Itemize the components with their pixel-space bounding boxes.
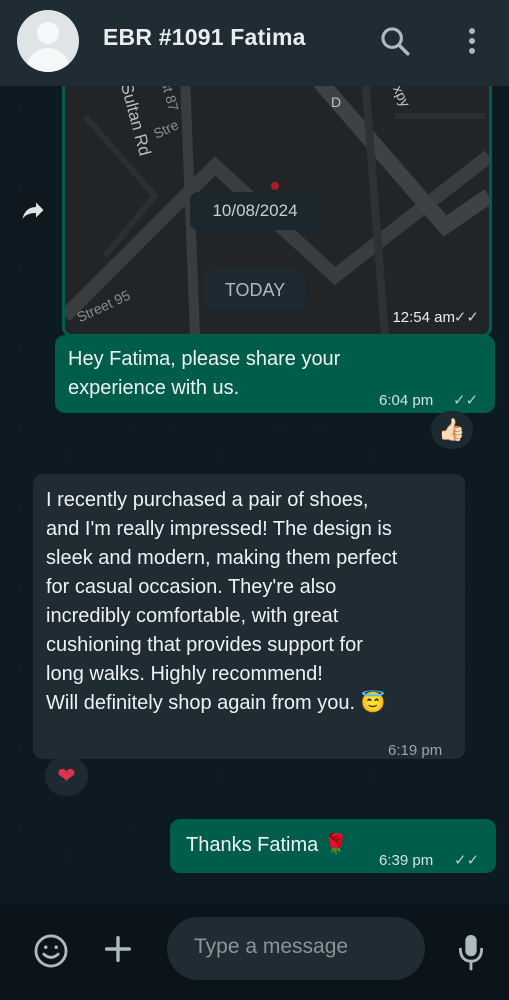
chat-area[interactable]: pu Sultan Rd Stre st 87 Street 95 xpy D … bbox=[0, 86, 509, 904]
message-input[interactable]: Type a message bbox=[167, 917, 425, 980]
incoming-message[interactable]: I recently purchased a pair of shoes, an… bbox=[33, 474, 465, 759]
heart-icon: ❤ bbox=[57, 763, 76, 788]
message-line: and I'm really impressed! The design is bbox=[46, 518, 392, 540]
message-line: for casual occasion. They're also bbox=[46, 576, 337, 598]
message-text: Thanks Fatima 🌹 bbox=[186, 834, 349, 856]
message-line: Will definitely shop again from you. 😇 bbox=[46, 692, 386, 714]
avatar-head bbox=[37, 22, 59, 44]
search-icon[interactable] bbox=[378, 24, 412, 58]
message-text: Hey Fatima, please share your experience… bbox=[68, 348, 341, 399]
mic-icon[interactable] bbox=[454, 932, 488, 972]
reaction-badge[interactable]: 👍🏻 bbox=[431, 411, 473, 449]
emoji-icon[interactable] bbox=[32, 932, 70, 970]
thumbs-up-icon: 👍🏻 bbox=[438, 417, 466, 442]
forward-button[interactable] bbox=[15, 192, 51, 228]
message-time: 6:19 pm bbox=[388, 742, 443, 759]
avatar[interactable] bbox=[17, 10, 79, 72]
avatar-body bbox=[26, 48, 70, 72]
message-line: sleek and modern, making them perfect bbox=[46, 547, 398, 569]
message-time: 6:39 pm bbox=[379, 852, 434, 869]
message-line: incredibly comfortable, with great bbox=[46, 605, 339, 627]
map-date-overlay: 10/08/2024 bbox=[190, 192, 320, 230]
message-line: I recently purchased a pair of shoes, bbox=[46, 489, 369, 511]
read-receipt-icon: ✓✓ bbox=[453, 309, 479, 326]
message-input-placeholder: Type a message bbox=[194, 935, 349, 958]
read-receipt-icon: ✓✓ bbox=[454, 852, 480, 869]
message-line: long walks. Highly recommend! bbox=[46, 663, 323, 685]
more-vertical-icon[interactable] bbox=[455, 24, 489, 58]
reaction-badge[interactable]: ❤ bbox=[45, 756, 88, 796]
chat-title[interactable]: EBR #1091 Fatima bbox=[103, 24, 306, 51]
outgoing-message[interactable]: Thanks Fatima 🌹 6:39 pm ✓✓ bbox=[170, 819, 496, 873]
message-time: 12:54 am bbox=[392, 309, 455, 326]
chat-header: EBR #1091 Fatima bbox=[0, 0, 509, 86]
plus-icon[interactable] bbox=[101, 932, 135, 966]
message-time: 6:04 pm bbox=[379, 392, 434, 409]
date-divider: TODAY bbox=[205, 270, 305, 310]
message-line: cushioning that provides support for bbox=[46, 634, 363, 656]
map-label: D bbox=[331, 94, 342, 110]
outgoing-message[interactable]: Hey Fatima, please share your experience… bbox=[55, 335, 495, 413]
message-text: I recently purchased a pair of shoes, an… bbox=[46, 486, 461, 718]
composer-bar: Type a message bbox=[0, 904, 509, 1000]
forward-icon bbox=[22, 202, 44, 219]
